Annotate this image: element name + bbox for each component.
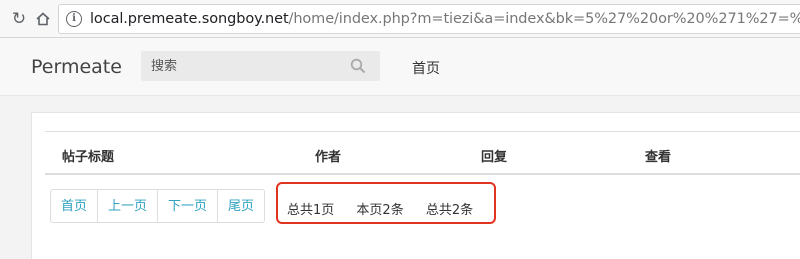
page-stats: 总共1页 本页2条 总共2条 (287, 199, 491, 218)
site-header: Permeate 首页 (0, 38, 800, 96)
info-icon[interactable]: i (66, 11, 82, 27)
first-page-link[interactable]: 首页 (50, 189, 99, 223)
address-bar[interactable]: i local.premeate.songboy.net/home/index.… (58, 4, 800, 34)
search-input[interactable] (141, 51, 351, 81)
table-header: 帖子标题 作者 回复 查看 (45, 131, 800, 175)
total-pages-text: 总共1页 (287, 203, 335, 218)
search-box (141, 51, 380, 81)
pagination: 首页 上一页 下一页 尾页 (50, 189, 266, 223)
url-host: local.premeate.songboy.net (90, 11, 289, 27)
column-replies[interactable]: 回复 (481, 146, 507, 165)
column-author[interactable]: 作者 (315, 146, 341, 165)
search-icon[interactable] (350, 58, 366, 74)
browser-toolbar: ↻ i local.premeate.songboy.net/home/inde… (0, 0, 800, 38)
posts-panel: 帖子标题 作者 回复 查看 首页 上一页 下一页 尾页 总共1页 本页2条 总共… (31, 112, 800, 259)
url-path: /home/index.php?m=tiezi&a=index&bk=5%27%… (288, 11, 800, 27)
page-items-text: 本页2条 (356, 203, 404, 218)
nav-home-link[interactable]: 首页 (412, 58, 440, 78)
column-views[interactable]: 查看 (645, 146, 671, 165)
total-items-text: 总共2条 (425, 203, 474, 218)
column-title[interactable]: 帖子标题 (62, 146, 114, 165)
prev-page-link[interactable]: 上一页 (97, 189, 159, 223)
next-page-link[interactable]: 下一页 (157, 189, 219, 223)
reload-icon[interactable]: ↻ (8, 8, 30, 30)
home-icon[interactable] (32, 8, 54, 30)
last-page-link[interactable]: 尾页 (217, 189, 266, 223)
brand-logo[interactable]: Permeate (31, 56, 122, 78)
url-text[interactable]: local.premeate.songboy.net/home/index.ph… (90, 11, 800, 27)
